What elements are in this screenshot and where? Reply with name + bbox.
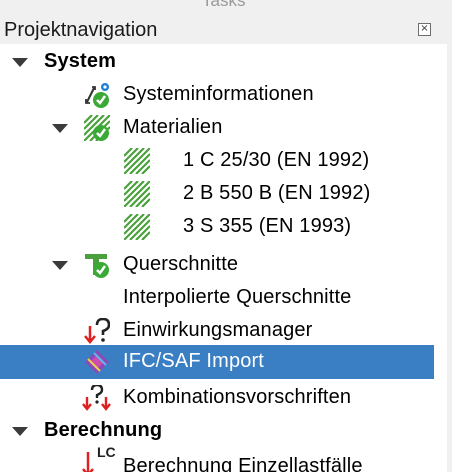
tree-item-label: Kombinationsvorschriften <box>123 386 352 408</box>
tree-node-label: Querschnitte <box>123 253 239 275</box>
combination-rules-icon <box>82 385 111 411</box>
tree-item-label: Berechnung Einzellastfälle <box>123 455 363 472</box>
ifc-import-icon <box>85 350 109 374</box>
close-panel-button[interactable]: × <box>418 23 431 36</box>
panel-title: Projektnavigation <box>4 19 158 41</box>
tree-item-kombinationsvorschriften[interactable]: Kombinationsvorschriften <box>0 382 434 414</box>
expand-arrow-icon[interactable] <box>52 124 68 133</box>
panel-header: Projektnavigation × <box>0 14 452 44</box>
tree-node-materialien[interactable]: Materialien <box>0 112 434 144</box>
tree-item-label: 2 B 550 B (EN 1992) <box>183 182 371 204</box>
project-navigation-tree: System Systeminformationen Materialien 1… <box>0 44 452 472</box>
cross-section-icon <box>85 254 109 278</box>
tree-node-system[interactable]: System <box>0 46 434 78</box>
expand-arrow-icon[interactable] <box>12 58 28 67</box>
tree-item-label: Systeminformationen <box>123 83 314 105</box>
tree-item-label: IFC/SAF Import <box>123 350 265 372</box>
material-hatch-icon <box>124 214 150 240</box>
tree-item-systeminformationen[interactable]: Systeminformationen <box>0 79 434 111</box>
tree-item-berechnung-einzellastfaelle[interactable]: LC Berechnung Einzellastfälle <box>0 444 434 472</box>
tree-item-label: 3 S 355 (EN 1993) <box>183 215 352 237</box>
tab-tasks[interactable]: Tasks <box>202 0 245 11</box>
top-tab-strip: Tasks <box>0 0 452 14</box>
system-info-icon <box>85 83 109 108</box>
tree-item-material-1[interactable]: 1 C 25/30 (EN 1992) <box>0 145 434 177</box>
tree-item-interpolierte-querschnitte[interactable]: Interpolierte Querschnitte <box>0 282 434 314</box>
material-hatch-icon <box>84 115 110 141</box>
expand-arrow-icon[interactable] <box>12 427 28 436</box>
tree-node-berechnung[interactable]: Berechnung <box>0 415 434 447</box>
tree-item-label: Einwirkungsmanager <box>123 319 313 341</box>
material-hatch-icon <box>124 148 150 174</box>
tree-node-label: Materialien <box>123 116 223 138</box>
tree-node-querschnitte[interactable]: Querschnitte <box>0 249 434 281</box>
tree-item-label: 1 C 25/30 (EN 1992) <box>183 149 370 171</box>
material-hatch-icon <box>124 181 150 207</box>
tree-node-label: System <box>44 50 117 72</box>
tree-item-material-3[interactable]: 3 S 355 (EN 1993) <box>0 211 434 243</box>
action-question-icon <box>84 318 110 344</box>
tree-item-label: Interpolierte Querschnitte <box>123 286 352 308</box>
load-case-badge: LC <box>97 444 116 460</box>
tree-node-label: Berechnung <box>44 419 163 441</box>
tree-item-ifc-saf-import[interactable]: IFC/SAF Import <box>0 345 434 379</box>
expand-arrow-icon[interactable] <box>52 261 68 270</box>
tree-item-material-2[interactable]: 2 B 550 B (EN 1992) <box>0 178 434 210</box>
vertical-scrollbar[interactable] <box>447 44 452 472</box>
tree-item-einwirkungsmanager[interactable]: Einwirkungsmanager <box>0 315 434 347</box>
